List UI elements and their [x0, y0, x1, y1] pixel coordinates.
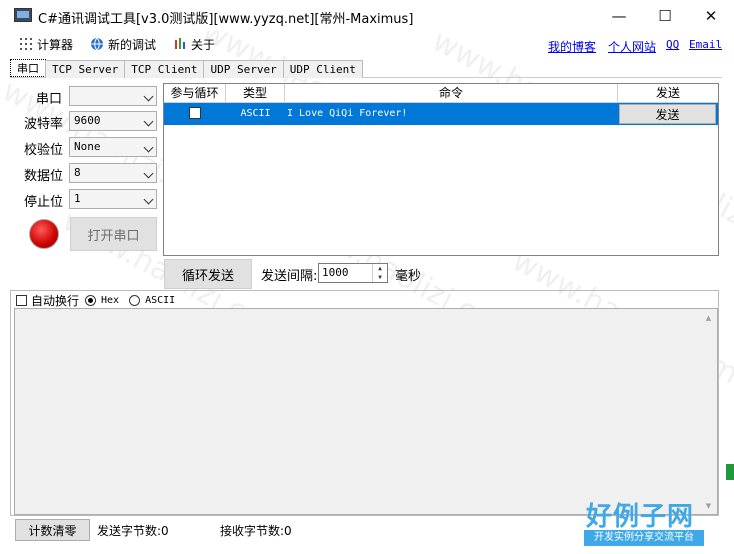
row-type: ASCII — [240, 108, 271, 119]
hex-label: Hex — [101, 294, 120, 306]
hex-radio[interactable] — [85, 294, 97, 306]
tab-udp-client[interactable]: UDP Client — [282, 60, 363, 78]
maximize-button[interactable]: ☐ — [642, 0, 688, 31]
stopbits-value: 1 — [74, 192, 81, 205]
interval-value: 1000 — [322, 266, 349, 279]
scroll-up-icon[interactable]: ▲ — [700, 309, 717, 326]
site-logo-subtitle: 开发实例分享交流平台 — [584, 530, 704, 546]
interval-unit: 毫秒 — [395, 269, 422, 284]
chevron-down-icon — [143, 142, 154, 153]
grid-header-type: 类型 — [226, 84, 285, 103]
globe-icon — [90, 37, 104, 51]
minimize-button[interactable]: — — [596, 0, 642, 31]
auto-wrap-checkbox[interactable] — [16, 294, 27, 306]
tab-udp-server[interactable]: UDP Server — [203, 60, 284, 78]
chevron-down-icon — [143, 194, 154, 205]
parity-label: 校验位 — [24, 143, 64, 158]
menu-new-debug[interactable]: 新的调试 — [90, 35, 156, 53]
auto-wrap-label: 自动换行 — [31, 293, 80, 308]
port-select[interactable] — [69, 86, 157, 106]
parity-select[interactable]: None — [69, 137, 157, 157]
menu-new-debug-label: 新的调试 — [108, 37, 157, 52]
menu-about-label: 关于 — [191, 37, 216, 52]
tab-tcp-server[interactable]: TCP Server — [45, 60, 126, 78]
tab-tcp-client[interactable]: TCP Client — [124, 60, 205, 78]
tab-serial[interactable]: 串口 — [10, 59, 46, 77]
grid-header-loop: 参与循环 — [164, 84, 226, 103]
baud-label: 波特率 — [24, 117, 64, 132]
menu-about[interactable]: 关于 — [173, 35, 215, 53]
tab-strip: 串口 TCP Server TCP Client UDP Server UDP … — [10, 59, 363, 78]
link-email[interactable]: Email — [689, 38, 722, 51]
table-row[interactable]: ASCII I Love QiQi Forever! 发送 — [164, 103, 718, 125]
stopbits-select[interactable]: 1 — [69, 189, 157, 209]
row-send-button[interactable]: 发送 — [619, 104, 716, 124]
receive-textarea[interactable]: ▲ ▼ — [14, 308, 718, 515]
parity-value: None — [74, 140, 101, 153]
row-loop-checkbox[interactable] — [189, 107, 201, 119]
chevron-down-icon — [143, 91, 154, 102]
databits-value: 8 — [74, 166, 81, 179]
ascii-radio[interactable] — [129, 294, 141, 306]
menu-calculator-label: 计算器 — [37, 37, 74, 52]
site-logo: 好例子网 — [586, 502, 695, 532]
port-status-led-icon — [29, 219, 59, 249]
sent-bytes-count: 发送字节数:0 — [97, 524, 169, 538]
side-marker — [726, 464, 734, 480]
loop-send-button[interactable]: 循环发送 — [164, 259, 252, 289]
grid-header-send: 发送 — [618, 84, 718, 103]
databits-label: 数据位 — [24, 169, 64, 184]
row-command[interactable]: I Love QiQi Forever! — [287, 103, 617, 125]
command-grid: 参与循环 类型 命令 发送 ASCII I Love QiQi Forever!… — [163, 83, 719, 256]
spin-buttons[interactable]: ▲ ▼ — [372, 264, 387, 282]
interval-label: 发送间隔: — [261, 269, 318, 284]
close-button[interactable]: ✕ — [688, 0, 734, 31]
app-icon — [14, 8, 32, 22]
window-title: C#通讯调试工具[v3.0测试版][www.yyzq.net][常州-Maxim… — [38, 12, 414, 27]
open-port-button[interactable]: 打开串口 — [70, 217, 157, 251]
menu-calculator[interactable]: 计算器 — [19, 35, 73, 53]
received-bytes-count: 接收字节数:0 — [220, 524, 292, 538]
title-bar: C#通讯调试工具[v3.0测试版][www.yyzq.net][常州-Maxim… — [0, 0, 734, 31]
baud-select[interactable]: 9600 — [69, 111, 157, 131]
spin-down-icon[interactable]: ▼ — [373, 273, 387, 282]
receive-options: 自动换行 Hex ASCII — [16, 293, 176, 308]
baud-value: 9600 — [74, 114, 101, 127]
link-qq[interactable]: QQ — [666, 38, 679, 51]
about-icon — [173, 37, 187, 51]
grid-header-command: 命令 — [285, 84, 618, 103]
port-label: 串口 — [36, 92, 63, 107]
calculator-icon — [19, 37, 33, 51]
link-blog[interactable]: 我的博客 — [548, 38, 596, 55]
databits-select[interactable]: 8 — [69, 163, 157, 183]
chevron-down-icon — [143, 168, 154, 179]
vertical-scrollbar[interactable]: ▲ ▼ — [700, 309, 717, 514]
ascii-label: ASCII — [145, 294, 176, 306]
clear-count-button[interactable]: 计数清零 — [15, 519, 90, 541]
stopbits-label: 停止位 — [24, 195, 64, 210]
scroll-down-icon[interactable]: ▼ — [700, 497, 717, 514]
link-website[interactable]: 个人网站 — [608, 38, 656, 55]
chevron-down-icon — [143, 116, 154, 127]
interval-stepper[interactable]: 1000 ▲ ▼ — [318, 263, 388, 283]
